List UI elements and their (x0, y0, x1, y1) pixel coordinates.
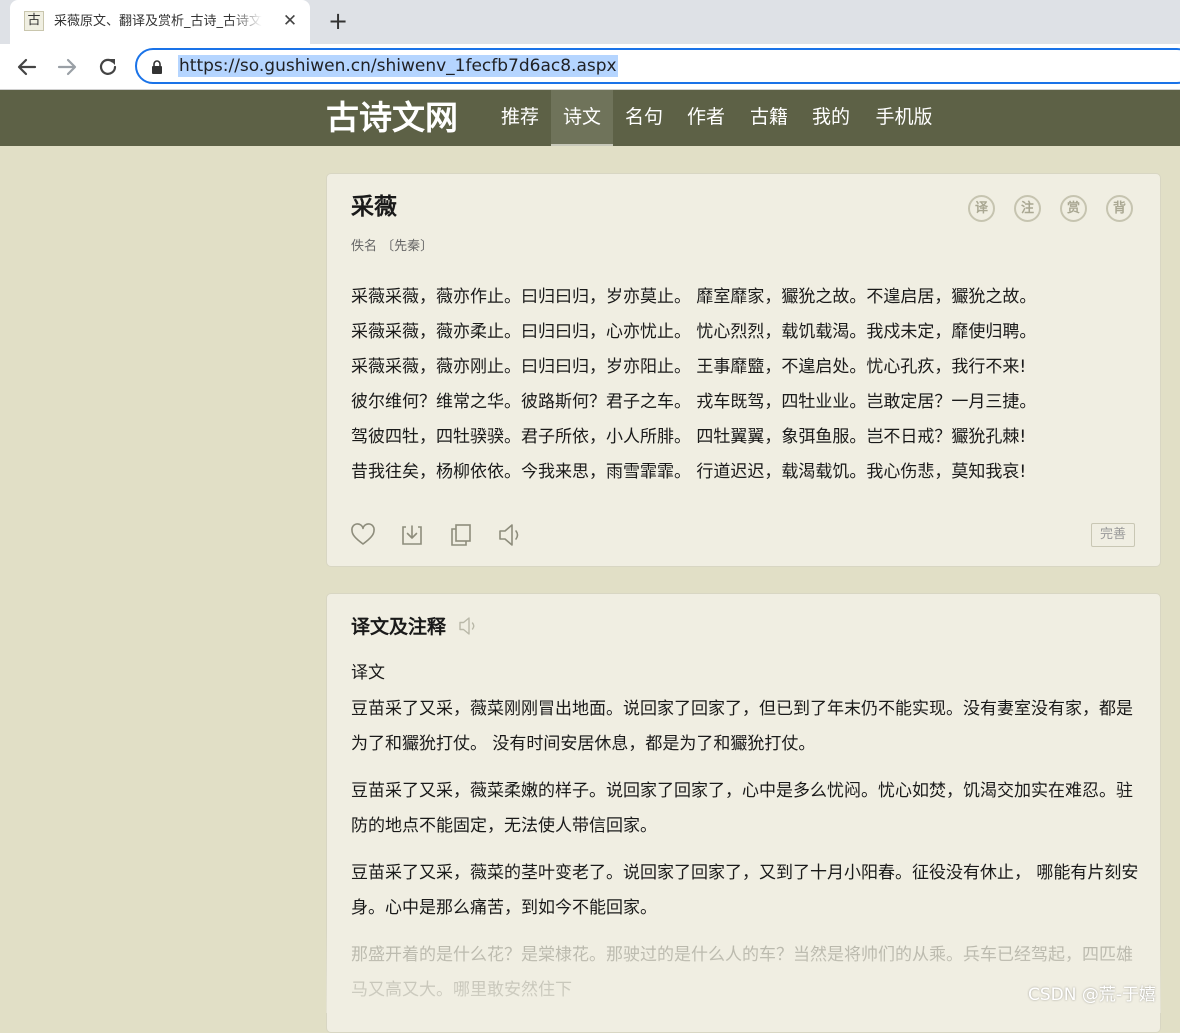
csdn-watermark: CSDN @荒-于嬉 (1028, 985, 1157, 1005)
translate-button[interactable]: 译 (968, 195, 995, 222)
download-icon[interactable] (399, 522, 425, 548)
improve-button[interactable]: 完善 (1091, 523, 1135, 547)
site-header: 古诗文网 推荐 诗文 名句 作者 古籍 我的 手机版 (0, 90, 1180, 146)
poem-line: 彼尔维何？维常之华。彼路斯何？君子之车。 戎车既驾，四牡业业。岂敢定居？一月三捷… (351, 392, 1037, 412)
poem-line: 昔我往矣，杨柳依依。今我来思，雨雪霏霏。 行道迟迟，载渴载饥。我心伤悲，莫知我哀… (351, 462, 1027, 482)
translation-subtitle: 译文 (351, 663, 385, 683)
annotate-button[interactable]: 注 (1014, 195, 1041, 222)
browser-toolbar: https://so.gushiwen.cn/shiwenv_1fecfb7d6… (0, 44, 1180, 90)
tab-strip: 古 采薇原文、翻译及赏析_古诗_古诗文网 ✕ + (0, 0, 1180, 44)
tab-close-icon[interactable]: ✕ (280, 11, 300, 31)
nav-item-poems[interactable]: 诗文 (551, 90, 613, 146)
section-title: 译文及注释 (351, 616, 447, 638)
nav-item-mobile[interactable]: 手机版 (867, 90, 941, 146)
poem-line: 驾彼四牡，四牡骙骙。君子所依，小人所腓。 四牡翼翼，象弭鱼服。岂不日戒？玁狁孔棘… (351, 427, 1027, 447)
site-logo[interactable]: 古诗文网 (326, 96, 458, 140)
translation-card: 译文及注释 译文 豆苗采了又采，薇菜刚刚冒出地面。说回家了回家了，但已到了年末仍… (326, 593, 1161, 1033)
back-arrow-icon[interactable] (14, 54, 40, 80)
nav-item-mine[interactable]: 我的 (800, 90, 862, 146)
nav-item-authors[interactable]: 作者 (675, 90, 737, 146)
translation-paragraph: 豆苗采了又采，薇菜柔嫩的样子。说回家了回家了，心中是多么忧闷。忧心如焚，饥渴交加… (351, 781, 1133, 836)
heart-icon[interactable] (350, 522, 376, 548)
speaker-icon[interactable] (457, 615, 479, 637)
url-text[interactable]: https://so.gushiwen.cn/shiwenv_1fecfb7d6… (178, 55, 618, 77)
speaker-icon[interactable] (497, 522, 523, 548)
poem-line: 采薇采薇，薇亦作止。曰归曰归，岁亦莫止。 靡室靡家，玁狁之故。不遑启居，玁狁之故… (351, 287, 1037, 307)
translation-paragraph: 豆苗采了又采，薇菜的茎叶变老了。说回家了回家了，又到了十月小阳春。征役没有休止，… (351, 863, 1139, 918)
appreciate-button[interactable]: 赏 (1060, 195, 1087, 222)
new-tab-button[interactable]: + (326, 8, 350, 34)
poem-body: 采薇采薇，薇亦作止。曰归曰归，岁亦莫止。 靡室靡家，玁狁之故。不遑启居，玁狁之故… (351, 280, 1151, 490)
poem-card: 采薇 佚名 〔先秦〕 译 注 赏 背 采薇采薇，薇亦作止。曰归曰归，岁亦莫止。 … (326, 173, 1161, 567)
nav-item-quotes[interactable]: 名句 (613, 90, 675, 146)
tab-title: 采薇原文、翻译及赏析_古诗_古诗文网 (54, 14, 262, 29)
recite-button[interactable]: 背 (1106, 195, 1133, 222)
copy-icon[interactable] (448, 522, 474, 548)
lock-icon (152, 60, 162, 74)
address-bar[interactable]: https://so.gushiwen.cn/shiwenv_1fecfb7d6… (135, 48, 1180, 84)
poem-author[interactable]: 佚名 〔先秦〕 (351, 238, 433, 256)
site-favicon-icon: 古 (24, 11, 44, 31)
nav-item-recommend[interactable]: 推荐 (489, 90, 551, 146)
reload-icon[interactable] (95, 54, 121, 80)
poem-line: 采薇采薇，薇亦柔止。曰归曰归，心亦忧止。 忧心烈烈，载饥载渴。我戍未定，靡使归聘… (351, 322, 1037, 342)
poem-line: 采薇采薇，薇亦刚止。曰归曰归，岁亦阳止。 王事靡盬，不遑启处。忧心孔疚，我行不来… (351, 357, 1027, 377)
translation-paragraph: 豆苗采了又采，薇菜刚刚冒出地面。说回家了回家了，但已到了年末仍不能实现。没有妻室… (351, 699, 1133, 754)
nav-item-classics[interactable]: 古籍 (738, 90, 800, 146)
forward-arrow-icon[interactable] (54, 54, 80, 80)
translation-paragraph: 那盛开着的是什么花？是棠棣花。那驶过的是什么人的车？当然是将帅们的从乘。兵车已经… (351, 945, 1133, 1000)
poem-title[interactable]: 采薇 (351, 192, 397, 222)
translation-body: 豆苗采了又采，薇菜刚刚冒出地面。说回家了回家了，但已到了年末仍不能实现。没有妻室… (351, 692, 1141, 1020)
browser-tab[interactable]: 古 采薇原文、翻译及赏析_古诗_古诗文网 ✕ (10, 0, 310, 44)
